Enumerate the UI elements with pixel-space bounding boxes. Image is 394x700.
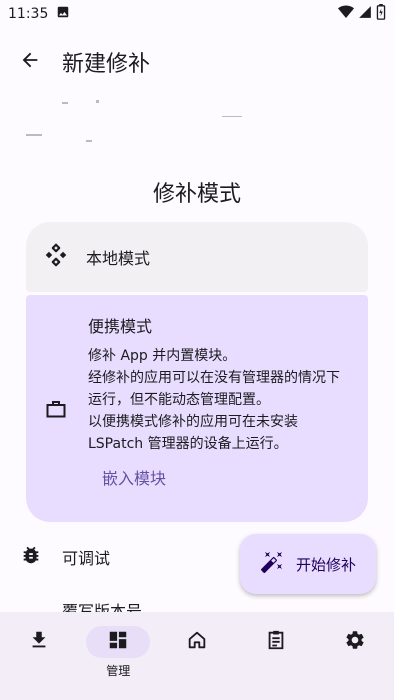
bug-icon — [20, 544, 42, 570]
settings-icon — [344, 629, 366, 655]
option-label: 本地模式 — [86, 249, 151, 268]
apps-diamond-icon — [43, 242, 69, 272]
scrolled-content-fade — [0, 88, 394, 144]
nav-item-manage[interactable]: 管理 — [79, 612, 158, 700]
icon-container — [0, 544, 62, 570]
nav-indicator — [7, 626, 71, 658]
nav-label: 管理 — [106, 664, 131, 678]
section-title: 修补模式 — [152, 182, 241, 207]
nav-item-logs[interactable] — [236, 612, 315, 700]
home-icon — [186, 629, 208, 655]
app-bar: 新建修补 — [0, 36, 394, 88]
auto-fix-wand-icon — [260, 550, 284, 578]
nav-indicator — [323, 626, 387, 658]
back-button[interactable] — [10, 42, 50, 82]
description-line: 经修补的应用可以在没有管理器的情况下运行，但不能动态管理配置。 — [88, 370, 340, 408]
nav-item-download[interactable] — [0, 612, 79, 700]
bottom-navigation: 管理 — [0, 612, 394, 700]
wifi-icon — [338, 4, 354, 24]
status-time: 11:35 — [8, 6, 49, 22]
page-title: 新建修补 — [62, 52, 151, 77]
battery-icon — [376, 4, 386, 24]
faded-text-remnant — [26, 100, 242, 142]
image-icon — [56, 5, 70, 23]
status-bar: 11:35 — [0, 0, 394, 28]
download-icon — [28, 629, 50, 655]
work-briefcase-icon — [44, 401, 68, 425]
icon-container — [44, 397, 68, 425]
nav-item-home[interactable] — [158, 612, 237, 700]
nav-indicator — [86, 626, 151, 658]
option-label: 便携模式 — [88, 317, 153, 336]
switch-label: 可调试 — [62, 549, 111, 568]
nav-item-settings[interactable] — [315, 612, 394, 700]
embed-modules-button[interactable]: 嵌入模块 — [88, 463, 180, 491]
option-portable-mode[interactable]: 便携模式 修补 App 并内置模块。 经修补的应用可以在没有管理器的情况下运行，… — [26, 295, 368, 522]
description-line: 以便携模式修补的应用可在未安装 LSPatch 管理器的设备上运行。 — [88, 414, 298, 452]
assignment-icon — [265, 629, 287, 655]
status-right — [338, 4, 386, 24]
option-local-mode[interactable]: 本地模式 — [26, 222, 368, 292]
icon-container — [26, 242, 86, 272]
dashboard-icon — [107, 629, 129, 655]
signal-icon — [358, 5, 372, 23]
nav-indicator — [165, 626, 229, 658]
start-patch-fab[interactable]: 开始修补 — [240, 534, 376, 594]
description-line: 修补 App 并内置模块。 — [88, 348, 237, 364]
arrow-back-icon — [19, 49, 41, 75]
fab-label: 开始修补 — [295, 555, 356, 574]
option-description: 修补 App 并内置模块。 经修补的应用可以在没有管理器的情况下运行，但不能动态… — [88, 345, 350, 455]
nav-indicator — [244, 626, 308, 658]
status-left: 11:35 — [8, 5, 70, 23]
